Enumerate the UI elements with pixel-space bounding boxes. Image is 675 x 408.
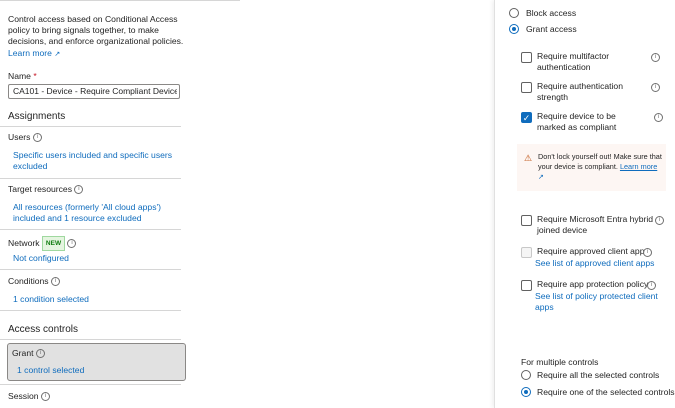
warning-icon: ⚠ xyxy=(524,153,533,163)
policy-protected-apps-link[interactable]: See list of policy protected client apps xyxy=(535,291,659,313)
require-all-radio[interactable] xyxy=(521,370,531,380)
conditions-label: Conditions i xyxy=(8,276,60,287)
grant-link[interactable]: 1 control selected xyxy=(17,365,84,376)
app-protection-checkbox[interactable] xyxy=(521,280,532,291)
multiple-controls-label: For multiple controls xyxy=(521,357,599,367)
info-icon: i xyxy=(74,185,84,195)
block-access-label[interactable]: Block access xyxy=(526,8,576,19)
info-icon: i xyxy=(51,277,60,287)
info-icon: i xyxy=(40,392,50,402)
info-icon: i xyxy=(35,349,45,359)
auth-strength-label[interactable]: Require authentication strength xyxy=(537,81,645,103)
compliant-checkbox[interactable]: ✓ xyxy=(521,112,532,123)
hybrid-joined-checkbox[interactable] xyxy=(521,215,532,226)
approved-apps-link[interactable]: See list of approved client apps xyxy=(535,258,654,269)
grant-label-text: Grant xyxy=(12,348,34,358)
block-access-radio[interactable] xyxy=(509,8,519,18)
assignments-heading: Assignments xyxy=(8,111,66,122)
approved-app-checkbox[interactable] xyxy=(521,247,532,258)
users-label-text: Users xyxy=(8,132,31,142)
name-label: Name * xyxy=(8,71,37,82)
users-label: Users i xyxy=(8,132,42,143)
hybrid-joined-label[interactable]: Require Microsoft Entra hybrid joined de… xyxy=(537,214,655,236)
name-field[interactable] xyxy=(8,84,180,99)
warning-learn-more-link[interactable]: Learn more xyxy=(620,162,657,171)
target-divider xyxy=(0,229,181,230)
auth-strength-checkbox[interactable] xyxy=(521,82,532,93)
new-badge: NEW xyxy=(41,236,66,251)
grant-access-radio[interactable] xyxy=(509,24,519,34)
approved-app-label: Require approved client app xyxy=(537,246,645,256)
network-divider xyxy=(0,269,181,270)
external-link-icon: ↗ xyxy=(538,174,544,181)
checkmark-icon: ✓ xyxy=(522,113,531,123)
network-label-text: Network xyxy=(8,237,40,248)
target-resources-label: Target resources i xyxy=(8,184,84,195)
session-label-text: Session xyxy=(8,391,39,401)
access-divider xyxy=(0,339,181,340)
learn-more-text[interactable]: Learn more xyxy=(8,48,52,58)
info-icon: i xyxy=(32,133,42,143)
info-icon: i xyxy=(651,83,660,92)
top-divider xyxy=(0,0,240,1)
users-divider xyxy=(0,178,181,179)
info-icon: i xyxy=(67,239,77,248)
require-one-radio[interactable] xyxy=(521,387,531,397)
require-all-label[interactable]: Require all the selected controls xyxy=(537,370,659,381)
info-icon: i xyxy=(654,113,663,122)
access-controls-heading: Access controls xyxy=(8,324,79,335)
name-label-text: Name xyxy=(8,71,31,81)
app-protection-label[interactable]: Require app protection policy xyxy=(537,279,648,290)
description-text: Control access based on Conditional Acce… xyxy=(8,14,184,46)
description: Control access based on Conditional Acce… xyxy=(8,14,188,47)
mfa-label[interactable]: Require multifactor authentication xyxy=(537,51,645,73)
info-icon: i xyxy=(655,216,664,225)
compliant-label[interactable]: Require device to be marked as compliant xyxy=(537,111,645,133)
session-label: Session i xyxy=(8,391,50,402)
grant-access-label[interactable]: Grant access xyxy=(526,24,577,35)
required-marker: * xyxy=(33,71,37,81)
external-link-icon: ↗ xyxy=(54,51,61,58)
conditions-label-text: Conditions xyxy=(8,276,49,286)
conditions-divider xyxy=(0,310,181,311)
mfa-checkbox[interactable] xyxy=(521,52,532,63)
warning-message: Don't lock yourself out! Make sure that … xyxy=(538,152,664,183)
conditions-link[interactable]: 1 condition selected xyxy=(13,294,89,305)
grant-divider xyxy=(0,384,181,385)
info-icon: i xyxy=(643,248,652,257)
target-resources-link[interactable]: All resources (formerly 'All cloud apps'… xyxy=(13,202,173,224)
policy-form: Control access based on Conditional Acce… xyxy=(0,0,240,408)
network-label: Network NEW i xyxy=(8,236,77,251)
network-link[interactable]: Not configured xyxy=(13,253,69,264)
require-one-label[interactable]: Require one of the selected controls xyxy=(537,387,675,398)
learn-more-link[interactable]: Learn more ↗ xyxy=(8,48,60,60)
grant-label: Grant i xyxy=(12,348,45,359)
info-icon: i xyxy=(651,53,660,62)
info-icon: i xyxy=(647,281,656,290)
users-link[interactable]: Specific users included and specific use… xyxy=(13,150,173,172)
target-label-text: Target resources xyxy=(8,184,73,194)
warning-banner: ⚠ Don't lock yourself out! Make sure tha… xyxy=(517,144,666,191)
assignments-divider xyxy=(0,126,181,127)
grant-item[interactable]: Grant i 1 control selected xyxy=(7,343,186,381)
